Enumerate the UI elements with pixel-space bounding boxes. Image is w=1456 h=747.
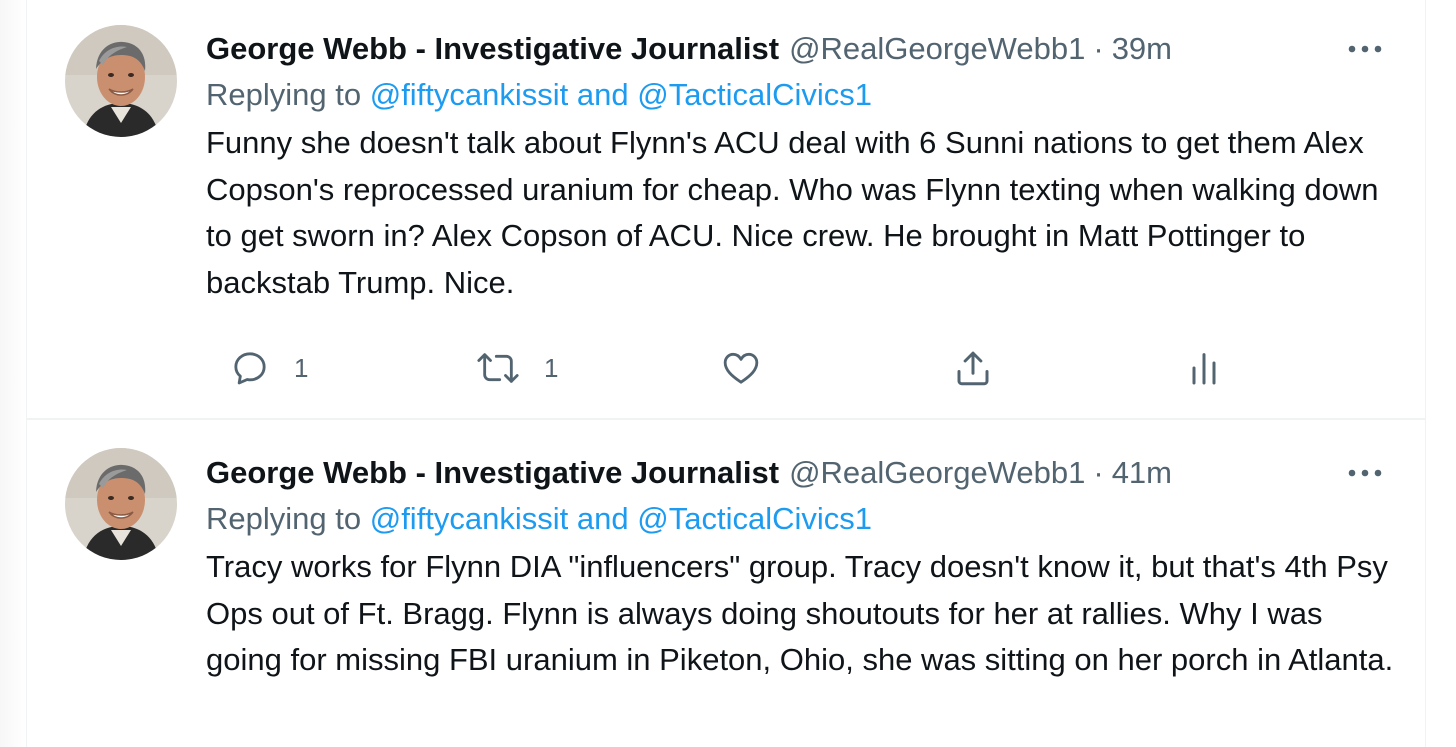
user-handle[interactable]: @RealGeorgeWebb1: [789, 31, 1085, 67]
replying-to-line: Replying to @fiftycankissit and @Tactica…: [206, 496, 1395, 542]
retweet-count: 1: [544, 352, 559, 383]
tweet-header: George Webb - Investigative Journalist @…: [206, 450, 1395, 496]
mention-link[interactable]: @TacticalCivics1: [637, 77, 872, 113]
avatar-photo: [65, 25, 177, 137]
analytics-button[interactable]: [1186, 340, 1222, 396]
reply-bubble-icon: [234, 352, 266, 385]
separator-dot: ·: [1093, 31, 1104, 66]
retweet-icon: [477, 353, 519, 383]
retweet-button[interactable]: 1: [476, 340, 558, 396]
share-icon: [957, 351, 989, 386]
reply-button[interactable]: 1: [230, 340, 308, 396]
heart-icon: [723, 352, 759, 384]
analytics-icon: [1192, 353, 1216, 385]
tweet-actions: 1 1: [206, 340, 1246, 396]
replying-to-label: Replying to: [206, 501, 362, 536]
replying-to-line: Replying to @fiftycankissit and @Tactica…: [206, 72, 1395, 118]
mention-link[interactable]: @fiftycankissit: [370, 501, 569, 537]
tweet-text: Tracy works for Flynn DIA "influencers" …: [206, 549, 1394, 677]
tweet-text: Funny she doesn't talk about Flynn's ACU…: [206, 125, 1379, 300]
tweet-feed: George Webb - Investigative Journalist @…: [26, 0, 1426, 747]
avatar-photo: [65, 448, 177, 560]
more-dots-icon[interactable]: [1345, 458, 1385, 488]
share-button[interactable]: [952, 340, 994, 396]
display-name[interactable]: George Webb - Investigative Journalist: [206, 31, 779, 67]
replying-to-label: Replying to: [206, 77, 362, 112]
separator-dot: ·: [1093, 455, 1104, 490]
like-button[interactable]: [720, 340, 762, 396]
window-edge-shade: [0, 0, 26, 747]
avatar[interactable]: [65, 448, 177, 560]
user-handle[interactable]: @RealGeorgeWebb1: [789, 455, 1085, 491]
tweet[interactable]: George Webb - Investigative Journalist @…: [27, 0, 1425, 420]
display-name[interactable]: George Webb - Investigative Journalist: [206, 455, 779, 491]
avatar[interactable]: [65, 25, 177, 137]
replying-and: and: [576, 77, 629, 112]
mention-link[interactable]: @TacticalCivics1: [637, 501, 872, 537]
timestamp[interactable]: 41m: [1112, 455, 1172, 491]
timestamp[interactable]: 39m: [1112, 31, 1172, 67]
tweet[interactable]: George Webb - Investigative Journalist @…: [27, 420, 1425, 747]
mention-link[interactable]: @fiftycankissit: [370, 77, 569, 113]
reply-count: 1: [294, 352, 309, 383]
tweet-header: George Webb - Investigative Journalist @…: [206, 26, 1395, 72]
replying-and: and: [576, 501, 629, 536]
more-dots-icon[interactable]: [1345, 34, 1385, 64]
